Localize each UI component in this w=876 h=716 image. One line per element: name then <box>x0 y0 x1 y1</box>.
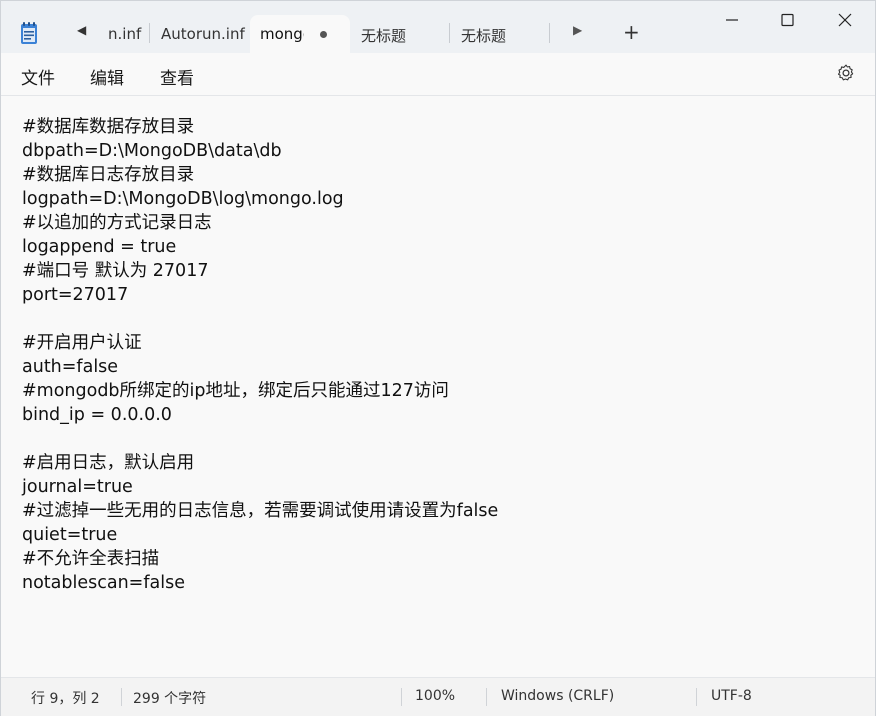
tab-divider <box>149 23 150 43</box>
editor-line: bind_ip = 0.0.0.0 <box>22 405 172 425</box>
status-bar: 行 9，列 2 299 个字符 100% Windows (CRLF) UTF-… <box>1 677 875 716</box>
tab-autorun-inf[interactable]: Autorun.inf <box>161 15 249 53</box>
editor-line: #数据库日志存放目录 <box>22 165 195 185</box>
editor-line: port=27017 <box>22 285 129 305</box>
unsaved-indicator-icon[interactable] <box>320 31 327 38</box>
tab-untitled-1[interactable]: 无标题 <box>361 15 441 53</box>
maximize-icon[interactable] <box>765 7 811 35</box>
editor-line: dbpath=D:\MongoDB\data\db <box>22 141 282 161</box>
close-icon[interactable] <box>821 7 867 35</box>
editor-line: #过滤掉一些无用的日志信息，若需要调试使用请设置为false <box>22 501 499 521</box>
tab-label: 无标题 <box>361 27 407 45</box>
tab-divider <box>449 23 450 43</box>
menu-bar: 文件 编辑 查看 <box>1 53 875 96</box>
caret-left-icon[interactable]: ◀ <box>77 23 93 43</box>
text-editor[interactable]: #数据库数据存放目录 dbpath=D:\MongoDB\data\db #数据… <box>1 96 875 676</box>
status-divider <box>401 688 402 706</box>
character-count: 299 个字符 <box>133 691 207 707</box>
editor-line: logpath=D:\MongoDB\log\mongo.log <box>22 189 344 209</box>
gear-icon[interactable] <box>836 63 856 83</box>
tab-untitled-2[interactable]: 无标题 <box>461 15 541 53</box>
editor-line: #开启用户认证 <box>22 333 142 353</box>
editor-line: notablescan=false <box>22 573 185 593</box>
editor-line: #不允许全表扫描 <box>22 549 160 569</box>
editor-line: auth=false <box>22 357 119 377</box>
plus-icon[interactable]: + <box>623 20 640 44</box>
menu-view[interactable]: 查看 <box>160 64 194 89</box>
editor-line: #启用日志，默认启用 <box>22 453 195 473</box>
editor-line: #数据库数据存放目录 <box>22 117 195 137</box>
editor-line: logappend = true <box>22 237 177 257</box>
tab-n-inf[interactable]: n.inf <box>108 15 154 53</box>
caret-right-icon[interactable]: ▶ <box>573 23 582 37</box>
menu-file[interactable]: 文件 <box>21 64 55 89</box>
editor-line: #以追加的方式记录日志 <box>22 213 212 233</box>
tab-divider <box>549 23 550 43</box>
minimize-icon[interactable] <box>709 7 755 35</box>
title-bar[interactable]: ◀ n.inf Autorun.inf mongo 无标题 无标题 ▶ + <box>1 1 875 53</box>
tab-mongo[interactable]: mongo <box>250 15 350 53</box>
editor-line: #端口号 默认为 27017 <box>22 261 209 281</box>
notepad-icon <box>21 22 37 44</box>
tab-label: n.inf <box>108 25 142 43</box>
tab-label: 无标题 <box>461 27 507 45</box>
editor-line: #mongodb所绑定的ip地址，绑定后只能通过127访问 <box>22 381 449 401</box>
cursor-position: 行 9，列 2 <box>31 691 100 707</box>
editor-line: quiet=true <box>22 525 118 545</box>
encoding[interactable]: UTF-8 <box>711 688 752 704</box>
line-ending[interactable]: Windows (CRLF) <box>501 688 614 704</box>
zoom-level[interactable]: 100% <box>415 688 455 704</box>
tab-label: mongo <box>260 25 304 43</box>
editor-line: journal=true <box>22 477 133 497</box>
menu-edit[interactable]: 编辑 <box>90 64 124 89</box>
tab-label: Autorun.inf <box>161 25 245 43</box>
notepad-window: ◀ n.inf Autorun.inf mongo 无标题 无标题 ▶ + <box>0 0 876 716</box>
status-divider <box>121 688 122 706</box>
status-divider <box>486 688 487 706</box>
status-divider <box>696 688 697 706</box>
